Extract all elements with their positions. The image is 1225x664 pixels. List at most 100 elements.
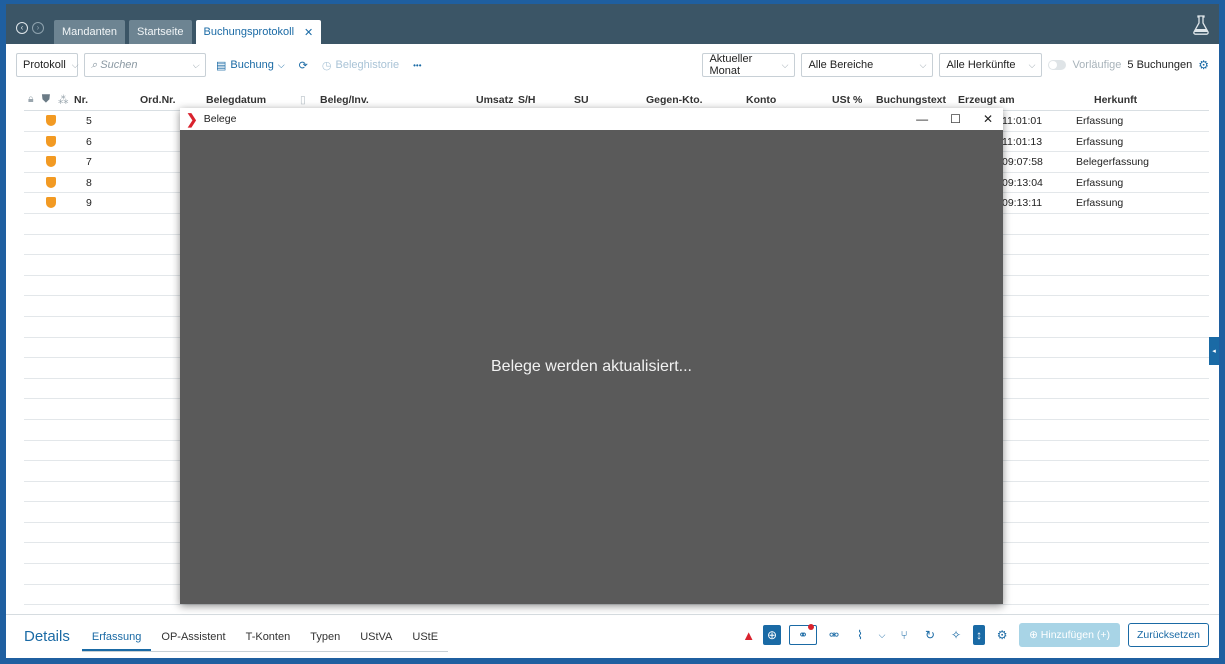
chevron-down-icon: ⌵ bbox=[919, 59, 927, 70]
booking-count: 5 Buchungen bbox=[1127, 59, 1193, 71]
view-select[interactable]: Protokoll ⌵ bbox=[16, 53, 79, 77]
tab-uste[interactable]: UStE bbox=[402, 621, 448, 651]
cell-herkunft: Erfassung bbox=[1076, 135, 1124, 148]
header-sh[interactable]: S/H bbox=[518, 94, 536, 106]
paperclip-icon[interactable]: ⌇ bbox=[851, 625, 869, 645]
minimize-icon[interactable]: — bbox=[916, 112, 928, 126]
beleghistorie-label: Beleghistorie bbox=[335, 59, 400, 71]
header-herkunft[interactable]: Herkunft bbox=[1094, 94, 1137, 106]
header-su[interactable]: SU bbox=[574, 94, 589, 106]
unlink-icon[interactable]: ⚮ bbox=[825, 625, 843, 645]
buchung-label: Buchung bbox=[230, 59, 274, 71]
tab-typen[interactable]: Typen bbox=[300, 621, 350, 651]
cell-herkunft: Erfassung bbox=[1076, 197, 1124, 210]
add-circle-icon: ⊕ bbox=[1029, 629, 1041, 641]
tab-mandanten[interactable]: Mandanten bbox=[54, 20, 126, 44]
sort-icon[interactable]: ↕ bbox=[973, 625, 986, 645]
app-logo-icon: ❯ bbox=[186, 111, 198, 127]
period-select[interactable]: Aktueller Monat ⌵ bbox=[702, 53, 796, 77]
view-select-value: Protokoll bbox=[23, 59, 66, 71]
add-button-label: Hinzufügen (+) bbox=[1040, 629, 1110, 641]
puzzle-icon[interactable]: ✧ bbox=[947, 625, 965, 645]
header-umsatz[interactable]: Umsatz bbox=[476, 94, 513, 106]
shield-icon[interactable]: ⛊ bbox=[42, 93, 50, 106]
gear-icon[interactable]: ⚙ bbox=[993, 625, 1011, 645]
reset-button[interactable]: Zurücksetzen bbox=[1127, 623, 1209, 647]
add-button[interactable]: ⊕ Hinzufügen (+) bbox=[1019, 623, 1120, 647]
gear-icon[interactable]: ⚙ bbox=[1198, 58, 1209, 72]
cell-erzeugt: 09:13:04 bbox=[1002, 176, 1043, 189]
split-icon[interactable]: ⑂ bbox=[895, 625, 913, 645]
toolbar: Protokoll ⌵ ⌕ Suchen ⌵ ▤ Buchung ⌵ ⟳ ◷ Bel… bbox=[6, 50, 1219, 80]
refresh-icon[interactable]: ↻ bbox=[921, 625, 939, 645]
forward-icon[interactable]: › bbox=[32, 22, 44, 34]
shield-icon bbox=[46, 156, 56, 170]
header-buchungstext[interactable]: Buchungstext bbox=[876, 94, 946, 106]
shield-icon bbox=[46, 135, 56, 150]
warning-icon[interactable]: ▲ bbox=[742, 628, 755, 643]
link-icon[interactable]: ⚭ bbox=[789, 624, 818, 645]
add-circle-icon[interactable]: ⊕ bbox=[763, 625, 782, 645]
document-icon: ▤ bbox=[216, 59, 227, 72]
chevron-down-icon: ⌵ bbox=[1028, 59, 1036, 70]
cell-nr: 7 bbox=[86, 156, 92, 169]
origin-select[interactable]: Alle Herkünfte ⌵ bbox=[939, 53, 1043, 77]
header-erzeugt[interactable]: Erzeugt am bbox=[958, 94, 1015, 106]
buchung-button[interactable]: ▤ Buchung ⌵ bbox=[212, 59, 289, 72]
search-input[interactable]: ⌕ Suchen ⌵ bbox=[84, 53, 206, 77]
header-belegdatum[interactable]: Belegdatum bbox=[206, 94, 266, 106]
tab-startseite[interactable]: Startseite bbox=[129, 20, 192, 44]
close-icon[interactable]: ✕ bbox=[983, 112, 993, 126]
period-select-value: Aktueller Monat bbox=[709, 53, 753, 77]
cell-nr: 5 bbox=[86, 115, 92, 127]
tab-t-konten[interactable]: T-Konten bbox=[236, 621, 301, 651]
chevron-down-icon: ⌵ bbox=[277, 59, 285, 70]
tab-label: Startseite bbox=[137, 26, 184, 38]
tab-buchungsprotokoll[interactable]: Buchungsprotokoll ✕ bbox=[195, 20, 322, 44]
notification-dot bbox=[808, 624, 815, 630]
area-select[interactable]: Alle Bereiche ⌵ bbox=[801, 53, 934, 77]
more-button[interactable]: ••• bbox=[409, 61, 425, 70]
tab-erfassung[interactable]: Erfassung bbox=[81, 621, 152, 651]
tree-icon[interactable]: ⁂ bbox=[58, 94, 69, 106]
back-icon[interactable]: ‹ bbox=[16, 22, 28, 34]
search-placeholder: Suchen bbox=[100, 58, 138, 71]
flask-icon[interactable] bbox=[1191, 14, 1211, 36]
tab-label: Buchungsprotokoll bbox=[203, 26, 295, 38]
header-ust[interactable]: USt % bbox=[832, 94, 862, 106]
cell-herkunft: Belegerfassung bbox=[1076, 156, 1149, 169]
lock-icon[interactable]: 🔒︎ bbox=[28, 93, 34, 106]
window-controls: — ☐ ✕ bbox=[916, 108, 993, 130]
details-tabs: Erfassung OP-Assistent T-Konten Typen US… bbox=[81, 621, 449, 652]
chevron-down-icon[interactable]: ⌵ bbox=[877, 625, 887, 645]
shield-icon bbox=[46, 197, 56, 211]
header-konto[interactable]: Konto bbox=[746, 94, 776, 106]
modal-titlebar: ❯ Belege — ☐ ✕ bbox=[180, 108, 1003, 130]
refresh-button[interactable]: ⟳ bbox=[295, 59, 312, 72]
search-icon: ⌕ bbox=[91, 58, 98, 71]
cell-erzeugt: 09:07:58 bbox=[1002, 156, 1043, 169]
details-panel: Details Erfassung OP-Assistent T-Konten … bbox=[6, 614, 1219, 658]
header-ordnr[interactable]: Ord.Nr. bbox=[140, 94, 176, 106]
header-beleg[interactable]: Beleg/Inv. bbox=[320, 94, 369, 106]
beleghistorie-button[interactable]: ◷ Beleghistorie bbox=[318, 59, 403, 72]
tab-ustva[interactable]: UStVA bbox=[350, 621, 402, 651]
vorlaeufige-label: Vorläufige bbox=[1072, 59, 1122, 71]
shield-icon bbox=[46, 115, 56, 129]
cell-herkunft: Erfassung bbox=[1076, 115, 1124, 127]
tab-op-assistent[interactable]: OP-Assistent bbox=[151, 621, 235, 651]
details-title: Details bbox=[24, 628, 70, 645]
refresh-icon: ⟳ bbox=[298, 59, 308, 72]
modal-title: Belege bbox=[203, 113, 237, 125]
paperclip-icon[interactable]: ▯ bbox=[300, 94, 306, 106]
cell-nr: 8 bbox=[86, 176, 92, 189]
app-window: ‹ › Mandanten Startseite Buchungsprotoko… bbox=[0, 0, 1225, 664]
vorlaeufige-toggle[interactable] bbox=[1048, 60, 1067, 70]
side-panel-toggle[interactable]: ◂ bbox=[1209, 337, 1219, 365]
close-tab-icon[interactable]: ✕ bbox=[304, 26, 313, 39]
header-gegenkto[interactable]: Gegen-Kto. bbox=[646, 94, 703, 106]
maximize-icon[interactable]: ☐ bbox=[950, 112, 961, 126]
origin-select-value: Alle Herkünfte bbox=[946, 59, 1016, 71]
chevron-down-icon: ⌵ bbox=[192, 59, 199, 70]
header-nr[interactable]: Nr. bbox=[74, 94, 88, 106]
